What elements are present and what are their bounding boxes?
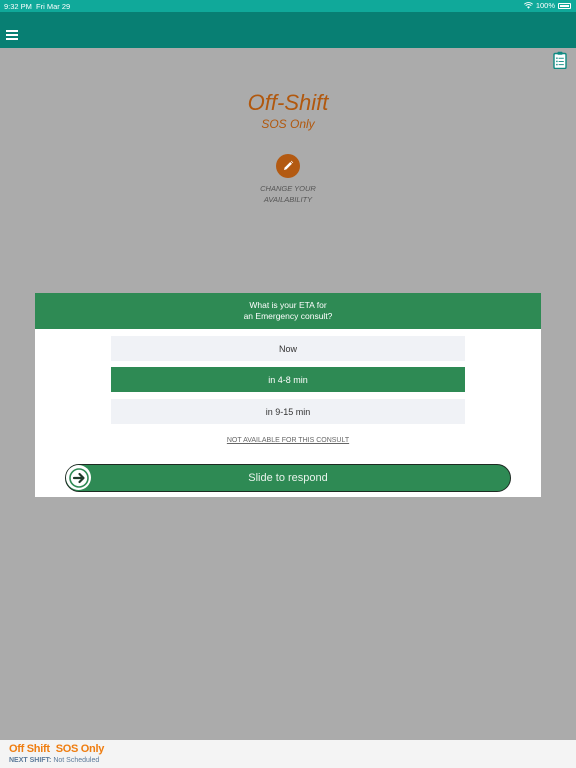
status-date: Fri Mar 29 (36, 2, 71, 11)
dialog-title-line2: an Emergency consult? (243, 310, 333, 321)
change-label-line1: CHANGE YOUR (260, 184, 316, 193)
status-right: 100% (523, 1, 571, 10)
wifi-icon (523, 2, 533, 9)
dialog-header: What is your ETA for an Emergency consul… (35, 293, 541, 329)
hamburger-icon[interactable] (6, 30, 18, 40)
change-availability-label[interactable]: CHANGE YOUR AVAILABILITY (238, 183, 338, 205)
next-shift-value: Not Scheduled (53, 757, 100, 764)
eta-option-now[interactable]: Now (111, 336, 465, 361)
battery-percent: 100% (535, 1, 555, 10)
not-available-link[interactable]: NOT AVAILABLE FOR THIS CONSULT (35, 437, 541, 444)
status-time: 9:32 PM (4, 2, 32, 11)
pencil-icon (284, 160, 294, 170)
footer-status-text: Off Shift (9, 743, 50, 755)
clipboard-list-icon[interactable] (553, 51, 567, 69)
change-availability-button[interactable] (276, 154, 300, 178)
availability-status: Off-Shift (247, 90, 329, 115)
availability-mode: SOS Only (261, 117, 315, 131)
eta-dialog: What is your ETA for an Emergency consul… (35, 293, 541, 497)
next-shift-label: NEXT SHIFT: (9, 757, 52, 764)
slide-to-respond-slider[interactable]: Slide to respond (65, 464, 511, 492)
footer-next-shift: NEXT SHIFT: Not Scheduled (9, 757, 99, 764)
dialog-title-line1: What is your ETA for (249, 300, 327, 310)
nav-bar (0, 12, 576, 48)
slider-label: Slide to respond (248, 472, 328, 484)
footer-status-bar[interactable]: Off Shift SOS Only NEXT SHIFT: Not Schedu… (0, 740, 576, 768)
footer-status: Off Shift SOS Only (9, 743, 104, 755)
eta-option-9-15-min[interactable]: in 9-15 min (111, 399, 465, 424)
footer-mode-text: SOS Only (55, 743, 105, 755)
eta-option-4-8-min[interactable]: in 4-8 min (111, 367, 465, 392)
change-label-line2: AVAILABILITY (263, 195, 313, 204)
status-bar: 9:32 PM Fri Mar 29 100% (0, 0, 576, 12)
battery-icon (558, 2, 571, 9)
